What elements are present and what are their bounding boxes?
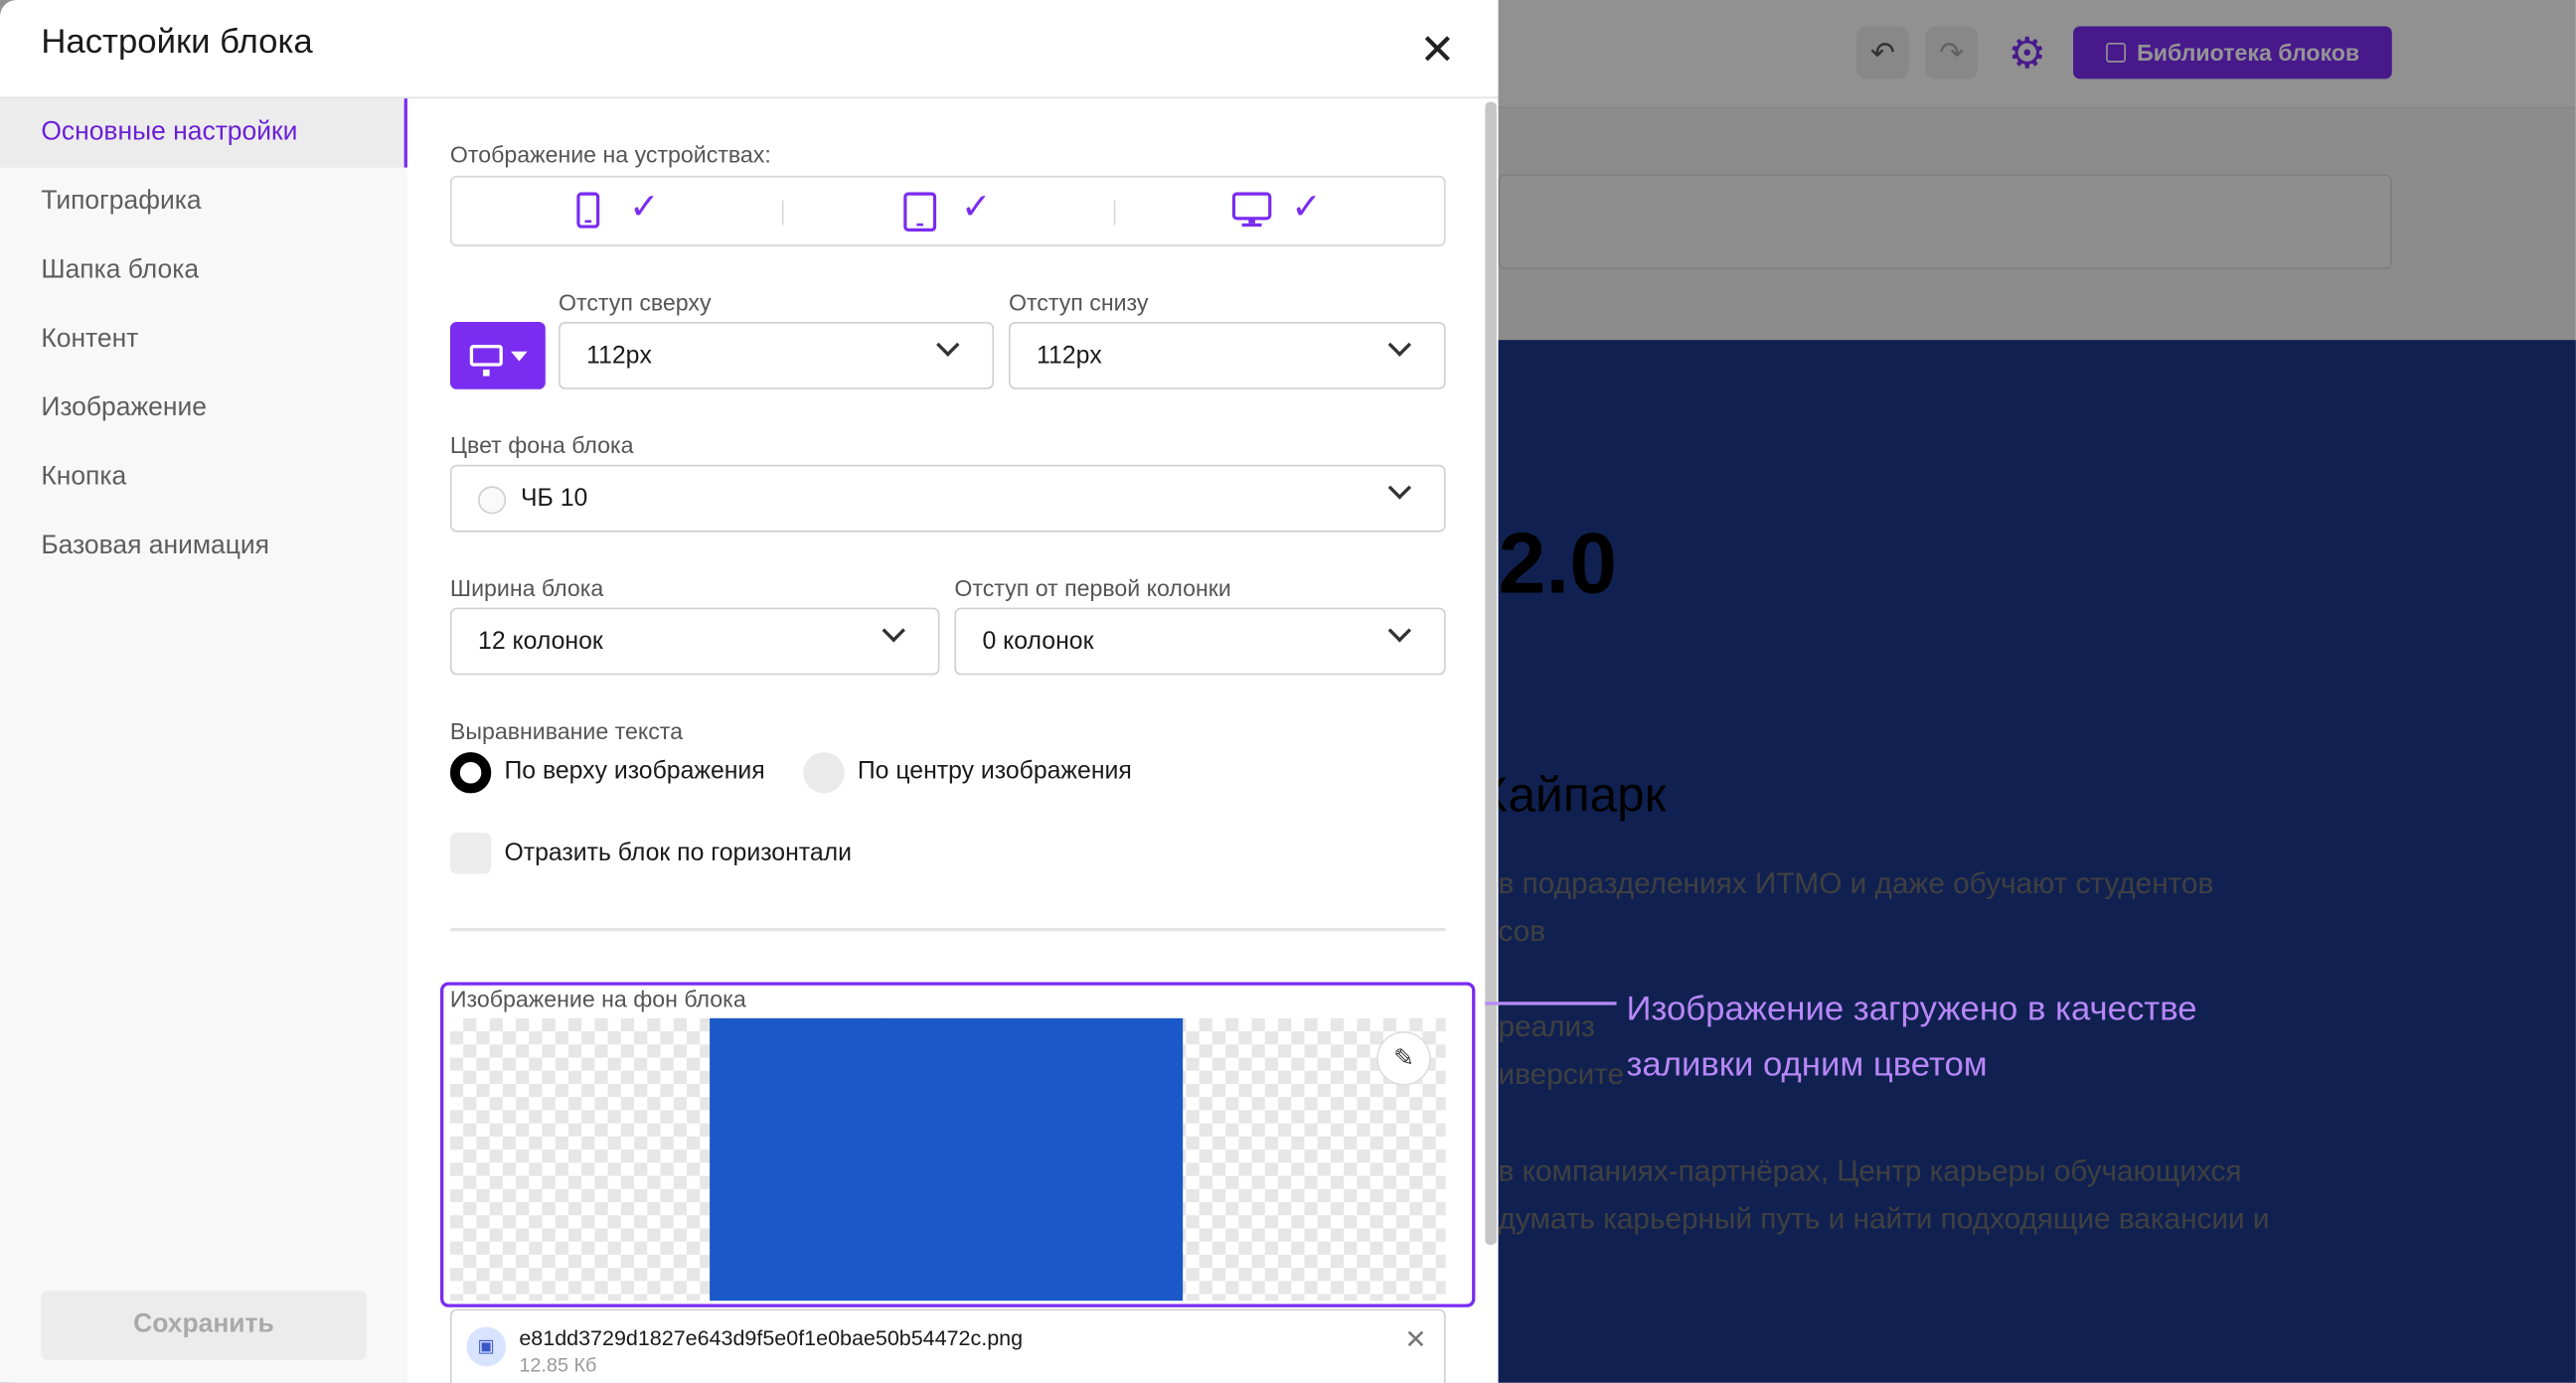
padding-bottom-select[interactable]: 112px [1008, 321, 1446, 389]
color-swatch [478, 486, 507, 515]
close-icon[interactable]: ✕ [1416, 28, 1459, 71]
padding-bottom-label: Отступ снизу [1008, 288, 1149, 316]
column-offset-label: Отступ от первой колонки [954, 574, 1231, 601]
caret-down-icon [510, 350, 527, 361]
chevron-down-icon [936, 333, 960, 357]
padding-top-select[interactable]: 112px [559, 321, 995, 389]
device-picker-button[interactable] [449, 321, 546, 389]
devices-label: Отображение на устройствах: [449, 141, 771, 168]
padding-bottom-value: 112px [1037, 341, 1102, 370]
padding-top-label: Отступ сверху [559, 288, 712, 316]
tablet-check-icon: ✓ [961, 185, 992, 228]
desktop-icon [468, 345, 502, 377]
settings-sidebar: Основные настройки Типографика Шапка бло… [0, 98, 407, 1383]
device-separator [781, 200, 784, 226]
content-scrollbar[interactable] [1485, 101, 1497, 1245]
device-visibility-group: ✓ ✓ ✓ [449, 175, 1446, 246]
sidebar-item-basic-animation[interactable]: Базовая анимация [0, 513, 407, 581]
tablet-icon[interactable] [903, 192, 937, 239]
annotation-text: Изображение загружено в качестве заливки… [1626, 990, 2197, 1084]
chevron-down-icon [882, 619, 905, 643]
highlight-frame [440, 982, 1476, 1307]
modal-header: Настройки блока ✕ [0, 0, 1499, 99]
chevron-down-icon [1387, 333, 1412, 357]
phone-check-icon: ✓ [629, 185, 660, 228]
align-top-radio[interactable] [449, 752, 492, 794]
align-top-label[interactable]: По верху изображения [504, 757, 764, 785]
sidebar-item-block-header[interactable]: Шапка блока [0, 236, 407, 305]
column-offset-value: 0 колонок [982, 627, 1094, 656]
modal-title: Настройки блока [41, 23, 313, 62]
desktop-icon[interactable] [1231, 192, 1272, 236]
file-size: 12.85 Кб [519, 1353, 597, 1377]
chevron-down-icon [1387, 476, 1412, 500]
mirror-block-checkbox[interactable] [449, 833, 492, 874]
file-name: e81dd3729d1827e643d9f5e0f1e0bae50b54472c… [519, 1324, 1024, 1350]
annotation-line [1485, 1001, 1617, 1005]
mirror-block-label[interactable]: Отразить блок по горизонтали [504, 840, 851, 867]
block-width-label: Ширина блока [449, 574, 604, 601]
block-width-value: 12 колонок [478, 627, 603, 656]
section-divider [449, 927, 1446, 932]
remove-file-icon[interactable]: ✕ [1404, 1323, 1426, 1356]
sidebar-item-image[interactable]: Изображение [0, 375, 407, 443]
sidebar-item-content[interactable]: Контент [0, 305, 407, 374]
sidebar-item-button[interactable]: Кнопка [0, 443, 407, 512]
column-offset-select[interactable]: 0 колонок [954, 607, 1446, 676]
save-button[interactable]: Сохранить [41, 1291, 367, 1360]
phone-icon[interactable] [576, 192, 600, 236]
desktop-check-icon: ✓ [1291, 185, 1322, 228]
device-separator [1113, 200, 1116, 226]
align-center-label[interactable]: По центру изображения [858, 757, 1132, 785]
uploaded-file-row: ▣ e81dd3729d1827e643d9f5e0f1e0bae50b5447… [449, 1308, 1446, 1383]
sidebar-item-main-settings[interactable]: Основные настройки [0, 98, 407, 168]
screenshot-root: ↶ ↷ ⚙ Библиотека блоков 2.0 Хайпарк в по… [0, 0, 2576, 1383]
align-center-radio[interactable] [803, 752, 845, 794]
padding-top-value: 112px [586, 341, 652, 370]
image-file-icon: ▣ [466, 1326, 507, 1367]
block-width-select[interactable]: 12 колонок [449, 607, 940, 676]
bg-color-label: Цвет фона блока [449, 431, 634, 459]
chevron-down-icon [1387, 619, 1412, 643]
sidebar-item-typography[interactable]: Типографика [0, 168, 407, 236]
bg-color-value: ЧБ 10 [521, 484, 588, 513]
text-align-label: Выравнивание текста [449, 717, 684, 744]
bg-color-select[interactable]: ЧБ 10 [449, 464, 1446, 533]
